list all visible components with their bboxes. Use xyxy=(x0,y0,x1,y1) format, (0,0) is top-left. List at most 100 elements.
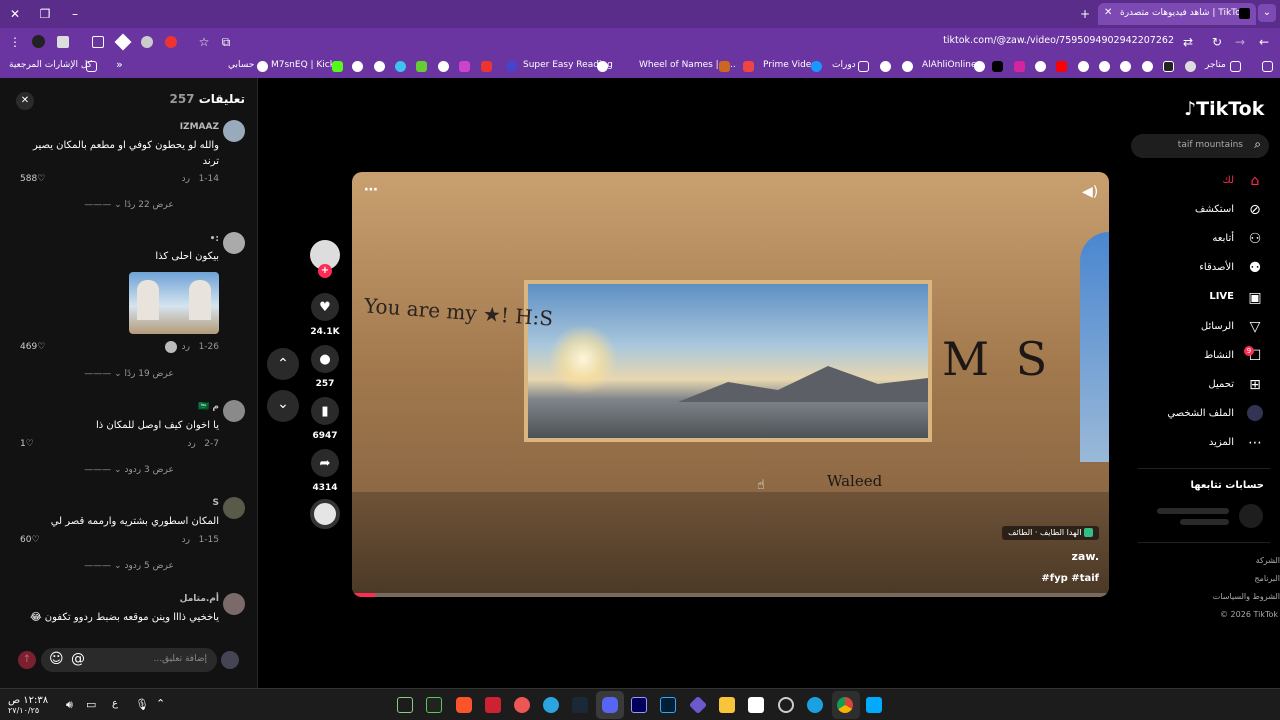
send-icon[interactable]: ▽ xyxy=(1246,318,1264,336)
bookmark-item[interactable]: حسابي xyxy=(228,60,254,74)
nav-explore[interactable]: استكشف xyxy=(1195,204,1234,215)
close-comments-icon[interactable]: ✕ xyxy=(16,92,34,110)
url-field[interactable]: tiktok.com/@zaw./video/75950949029422072… xyxy=(900,35,1174,49)
app-icon[interactable] xyxy=(485,697,501,713)
chevron-double-icon[interactable]: » xyxy=(116,58,123,72)
heart-outline-icon[interactable]: ♡ xyxy=(37,174,45,184)
home-icon[interactable]: ⌂ xyxy=(1246,172,1264,190)
emoji-icon[interactable]: ☺ xyxy=(49,651,64,667)
compass-icon[interactable]: ⊘ xyxy=(1246,201,1264,219)
apps-grid-icon[interactable] xyxy=(1262,61,1273,72)
excel-icon[interactable] xyxy=(397,697,413,713)
tray-chevron-up-icon[interactable]: ⌃ xyxy=(156,697,165,710)
comment-bubble-icon[interactable]: ● xyxy=(311,345,339,373)
bookmark-item[interactable]: M7snEQ | Kick xyxy=(271,60,335,74)
extensions-puzzle-icon[interactable] xyxy=(92,36,104,48)
edge-icon[interactable] xyxy=(807,697,823,713)
photoshop-icon[interactable] xyxy=(660,697,676,713)
bookmark-item[interactable]: متاجر xyxy=(1205,60,1226,74)
video-caption[interactable]: #fyp #taif xyxy=(1041,573,1099,584)
avatar[interactable] xyxy=(223,400,245,422)
reload-icon[interactable]: ↻ xyxy=(1209,34,1225,50)
search-icon[interactable]: ⌕ xyxy=(1254,137,1261,152)
comment-username[interactable]: م 🇸🇦 xyxy=(198,402,219,412)
extension-icon[interactable] xyxy=(114,33,132,51)
nav-upload[interactable]: تحميل xyxy=(1208,379,1234,390)
bookmark-item[interactable]: Prime Video xyxy=(763,60,817,74)
reply-link[interactable]: رد xyxy=(182,535,190,545)
telegram-icon[interactable] xyxy=(543,697,559,713)
save-action[interactable]: ▮ 6947 xyxy=(310,397,340,441)
share-arrow-icon[interactable]: ➦ xyxy=(311,449,339,477)
nav-profile[interactable]: الملف الشخصي xyxy=(1167,408,1234,419)
app-icon[interactable] xyxy=(688,695,708,715)
footer-program[interactable]: البرنامج xyxy=(1254,574,1280,583)
footer-company[interactable]: الشركة xyxy=(1256,556,1280,565)
microphone-icon[interactable]: 🎙︎ xyxy=(135,698,149,711)
brave-icon[interactable] xyxy=(456,697,472,713)
comment-username[interactable]: :• xyxy=(210,234,219,244)
follow-plus-icon[interactable]: + xyxy=(318,264,332,278)
minimize-window-icon[interactable]: – xyxy=(67,6,83,22)
share-page-icon[interactable]: ⧉ xyxy=(218,34,234,50)
heart-outline-icon[interactable]: ♡ xyxy=(26,439,34,449)
comment-username[interactable]: IZMAAZ xyxy=(180,122,219,132)
windows-start-icon[interactable] xyxy=(866,697,882,713)
previous-video-chevron-up-icon[interactable]: ⌃ xyxy=(267,348,299,380)
close-tab-icon[interactable]: ✕ xyxy=(1104,7,1112,18)
extension-icon[interactable] xyxy=(141,36,153,48)
close-window-icon[interactable]: ✕ xyxy=(7,6,23,22)
tab-list-chevron-icon[interactable]: ⌄ xyxy=(1258,4,1276,22)
comment-likes[interactable]: 1♡ xyxy=(20,439,34,449)
menu-dots-icon[interactable]: ⋮ xyxy=(7,34,23,50)
forward-arrow-icon[interactable]: → xyxy=(1232,34,1248,50)
extension-icon[interactable] xyxy=(57,36,69,48)
nav-more[interactable]: المزيد xyxy=(1209,437,1234,448)
discord-icon[interactable] xyxy=(602,697,618,713)
tiktok-logo[interactable]: ♪TikTok xyxy=(1184,98,1264,120)
clock[interactable]: ١٢:٣٨ ص ٢٧/١٠/٢٥ xyxy=(8,695,48,715)
comment-username[interactable]: S xyxy=(213,498,219,508)
nav-friends[interactable]: الأصدقاء xyxy=(1199,262,1234,273)
upload-icon[interactable]: ⊞ xyxy=(1246,376,1264,394)
restore-window-icon[interactable]: ❐ xyxy=(37,6,53,22)
nav-for-you[interactable]: لك xyxy=(1223,175,1234,186)
active-tab[interactable]: ✕ شاهد فيديوهات متصدرة | TikTok xyxy=(1098,3,1256,25)
nav-messages[interactable]: الرسائل xyxy=(1201,321,1234,332)
store-icon[interactable] xyxy=(748,697,764,713)
app-icon[interactable] xyxy=(514,697,530,713)
comment-likes[interactable]: 588♡ xyxy=(20,174,45,184)
video-author[interactable]: zaw. xyxy=(1072,550,1099,563)
chatgpt-icon[interactable] xyxy=(778,697,794,713)
nav-following[interactable]: أتابعه xyxy=(1212,233,1234,244)
search-input[interactable]: taif mountains ⌕ xyxy=(1131,134,1269,158)
new-tab-icon[interactable]: + xyxy=(1077,6,1093,22)
more-icon[interactable]: ⋯ xyxy=(1246,434,1264,452)
profile-icon[interactable] xyxy=(1246,405,1264,423)
heart-icon[interactable]: ♥ xyxy=(311,293,339,321)
user-follow-icon[interactable]: ⚇ xyxy=(1246,230,1264,248)
friends-icon[interactable]: ⚉ xyxy=(1246,259,1264,277)
comment-image[interactable] xyxy=(129,272,219,334)
steam-icon[interactable] xyxy=(572,697,588,713)
bookmark-icon[interactable]: ▮ xyxy=(311,397,339,425)
reply-link[interactable]: رد xyxy=(187,439,195,449)
volume-icon[interactable]: 🔊︎ xyxy=(66,698,73,712)
volume-speaker-icon[interactable]: ◀) xyxy=(1082,184,1098,200)
video-options-dots-icon[interactable]: ⋯ xyxy=(364,182,378,198)
reply-link[interactable]: رد xyxy=(182,342,190,352)
heart-outline-icon[interactable]: ♡ xyxy=(31,535,39,545)
video-progress-track[interactable] xyxy=(352,593,1109,597)
live-icon[interactable]: ▣ xyxy=(1246,289,1264,307)
terminal-icon[interactable] xyxy=(426,697,442,713)
file-explorer-icon[interactable] xyxy=(719,697,735,713)
comment-username[interactable]: أم.متامل xyxy=(180,594,219,604)
share-action[interactable]: ➦ 4314 xyxy=(310,449,340,493)
bookmark-all[interactable]: كل الإشارات المرجعية xyxy=(9,60,92,74)
network-icon[interactable]: ▭ xyxy=(86,698,96,711)
comment-input[interactable]: إضافة تعليق... @ ☺ xyxy=(41,648,217,672)
avatar[interactable] xyxy=(223,593,245,615)
footer-terms[interactable]: الشروط والسياسات xyxy=(1213,592,1280,601)
music-disc-icon[interactable] xyxy=(310,499,340,529)
view-replies[interactable]: عرض 22 ردًا ⌄ ——— xyxy=(0,200,258,210)
